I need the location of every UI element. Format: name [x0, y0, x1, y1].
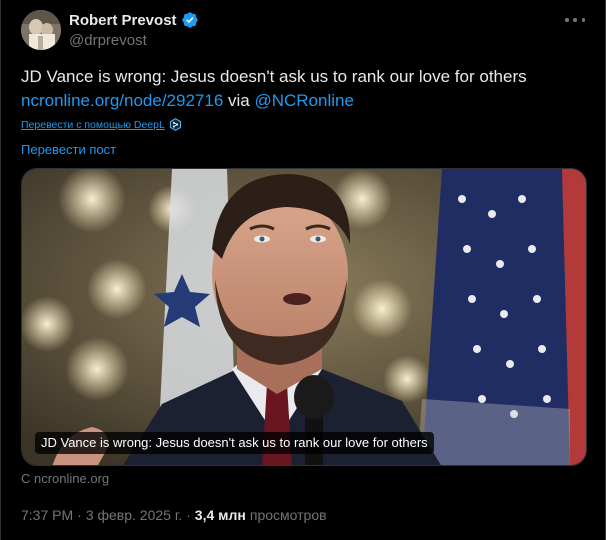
- card-photo: [22, 169, 586, 465]
- post-text-main: JD Vance is wrong: Jesus doesn't ask us …: [21, 67, 527, 86]
- more-dots-icon[interactable]: [565, 12, 585, 28]
- post-date[interactable]: 3 февр. 2025 г.: [86, 507, 182, 523]
- card-source[interactable]: С ncronline.org: [21, 471, 109, 486]
- post-meta: 7:37 PM · 3 февр. 2025 г. · 3,4 млн прос…: [21, 507, 327, 523]
- meta-separator: ·: [186, 507, 191, 523]
- post-link[interactable]: ncronline.org/node/292716: [21, 91, 223, 110]
- post-mention-link[interactable]: @NCRonline: [254, 91, 353, 110]
- tweet-container: Robert Prevost @drprevost JD Vance is wr…: [0, 0, 606, 540]
- translated-by-deepl-link[interactable]: Перевести с помощью DeepL: [21, 118, 182, 131]
- verified-badge-icon[interactable]: [181, 11, 199, 29]
- deepl-icon: [169, 118, 182, 131]
- post-text: JD Vance is wrong: Jesus doesn't ask us …: [21, 65, 591, 113]
- post-via-text: via: [223, 91, 255, 110]
- author-name-row: Robert Prevost: [69, 11, 199, 29]
- post-time[interactable]: 7:37 PM: [21, 507, 73, 523]
- avatar[interactable]: [21, 10, 61, 50]
- views-count: 3,4 млн: [194, 507, 246, 523]
- author-display-name[interactable]: Robert Prevost: [69, 12, 177, 29]
- link-card-image[interactable]: [21, 168, 587, 466]
- author-handle[interactable]: @drprevost: [69, 32, 147, 49]
- translated-by-label: Перевести с помощью DeepL: [21, 118, 165, 131]
- views-label: просмотров: [249, 507, 327, 523]
- meta-separator: ·: [77, 507, 82, 523]
- avatar-image: [21, 10, 61, 50]
- card-caption: JD Vance is wrong: Jesus doesn't ask us …: [35, 432, 434, 454]
- translate-post-button[interactable]: Перевести пост: [21, 142, 116, 157]
